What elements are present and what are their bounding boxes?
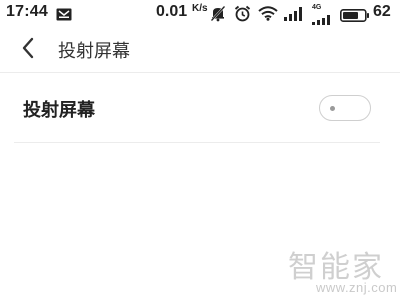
status-time: 17:44 xyxy=(6,3,48,20)
signal-4g-icon xyxy=(312,10,332,29)
silent-bell-icon xyxy=(210,5,226,26)
alarm-clock-icon xyxy=(234,5,251,26)
setting-row-screen-cast[interactable]: 投射屏幕 xyxy=(0,73,400,143)
battery-icon xyxy=(340,7,370,26)
watermark-url: www.znj.com xyxy=(316,280,398,295)
message-icon xyxy=(56,6,72,21)
toggle-knob xyxy=(330,106,335,111)
status-bar: 17:44 0.01 K/s 4G 62 xyxy=(0,0,400,28)
page-title: 投射屏幕 xyxy=(58,41,130,62)
back-button[interactable] xyxy=(14,36,42,64)
signal-icon xyxy=(284,6,304,25)
wifi-icon xyxy=(258,6,278,25)
net-speed-unit: K/s xyxy=(192,3,208,14)
title-bar: 投射屏幕 xyxy=(0,28,400,72)
battery-level: 62 xyxy=(373,3,391,20)
net-speed: 0.01 xyxy=(156,3,188,20)
row-divider xyxy=(14,142,380,143)
screen-cast-toggle[interactable] xyxy=(319,95,371,121)
setting-label: 投射屏幕 xyxy=(23,100,95,121)
chevron-left-icon xyxy=(21,37,35,63)
